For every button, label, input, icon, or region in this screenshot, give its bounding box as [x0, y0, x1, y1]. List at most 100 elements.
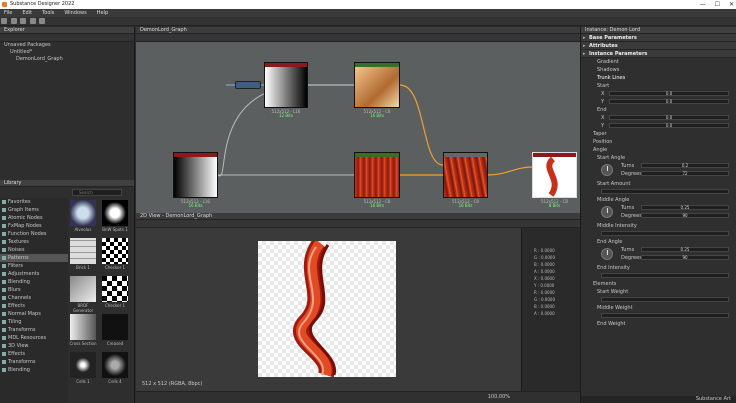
- library-category[interactable]: Atomic Nodes: [0, 214, 68, 222]
- group-position[interactable]: Position: [581, 138, 736, 146]
- group-taper[interactable]: Taper: [581, 130, 736, 138]
- start-weight-slider[interactable]: [601, 297, 729, 302]
- window-controls: — ☐ ✕: [700, 0, 734, 9]
- start-x-slider[interactable]: 0.0: [609, 91, 729, 96]
- save-icon[interactable]: [20, 18, 27, 24]
- texture-preview[interactable]: [258, 238, 396, 378]
- library-category[interactable]: Patterns: [0, 254, 68, 262]
- status-bar: Substance Art: [581, 396, 736, 403]
- library-item-thumbnail[interactable]: [70, 276, 96, 302]
- explorer-header: Explorer: [0, 27, 134, 34]
- graph-input-node[interactable]: [235, 81, 261, 89]
- library-item-thumbnail[interactable]: [102, 238, 128, 264]
- start-angle-dial[interactable]: [601, 164, 613, 176]
- middle-angle-dial[interactable]: [601, 206, 613, 218]
- node-output[interactable]: 512x512 - C8 8 Bits: [532, 152, 577, 208]
- library-category[interactable]: Blending: [0, 278, 68, 286]
- section-base-parameters[interactable]: Base Parameters: [581, 34, 736, 42]
- group-trunk-lines[interactable]: Trunk Lines: [581, 74, 736, 82]
- node-warp[interactable]: 512x512 - C8 16 Bits: [443, 152, 488, 208]
- library-category[interactable]: FxMap Nodes: [0, 222, 68, 230]
- zoom-level[interactable]: 100.00%: [488, 394, 510, 400]
- graph-view[interactable]: DemonLord_Graph 512x512 - L16 12 Bits 51…: [136, 27, 580, 213]
- menu-help[interactable]: Help: [97, 9, 108, 17]
- library-item-thumbnail[interactable]: [70, 314, 96, 340]
- library-category[interactable]: Adjustments: [0, 270, 68, 278]
- library-item-thumbnail[interactable]: [102, 276, 128, 302]
- library-category[interactable]: Filters: [0, 262, 68, 270]
- end-degrees-slider[interactable]: 90: [641, 255, 729, 260]
- library-category[interactable]: Transforms: [0, 358, 68, 366]
- category-icon: [2, 232, 6, 236]
- minimize-icon[interactable]: —: [700, 0, 706, 9]
- menu-edit[interactable]: Edit: [22, 9, 32, 17]
- library-item-thumbnail[interactable]: [102, 314, 128, 340]
- node-gradient-map-2[interactable]: 512x512 - C8 16 Bits: [354, 152, 400, 208]
- library-category[interactable]: Transforms: [0, 326, 68, 334]
- info-row: R : 0.0000: [534, 290, 555, 295]
- new-icon[interactable]: [1, 18, 7, 24]
- library-category[interactable]: MDL Resources: [0, 334, 68, 342]
- node-linear-gradient[interactable]: 512x512 - L16 16 Bits: [173, 152, 218, 208]
- section-attributes[interactable]: Attributes: [581, 42, 736, 50]
- group-gradient[interactable]: Gradient: [581, 58, 736, 66]
- middle-weight-slider[interactable]: [601, 313, 729, 318]
- library-item-thumbnail[interactable]: [102, 200, 128, 226]
- library-item-thumbnail[interactable]: [102, 352, 128, 378]
- section-instance-parameters[interactable]: Instance Parameters: [581, 50, 736, 58]
- library-category[interactable]: Blurs: [0, 286, 68, 294]
- explorer-row-packages[interactable]: Unsaved Packages: [0, 42, 134, 49]
- category-icon: [2, 368, 6, 372]
- label-start-weight: Start Weight: [597, 289, 629, 295]
- start-y-slider[interactable]: 0.0: [609, 99, 729, 104]
- start-turns-slider[interactable]: 0.2: [641, 163, 729, 168]
- explorer-row-graph[interactable]: DemonLord_Graph: [0, 56, 134, 63]
- node-gradient-linear[interactable]: 512x512 - L16 12 Bits: [264, 62, 308, 118]
- row-end-angle: Turns 0.25 Degrees 90: [581, 246, 736, 264]
- library-item-thumbnail[interactable]: [70, 352, 96, 378]
- node-gradient-map[interactable]: 512x512 - C8 16 Bits: [354, 62, 400, 118]
- library-category[interactable]: Graph Items: [0, 206, 68, 214]
- group-shadows[interactable]: Shadows: [581, 66, 736, 74]
- library-search-input[interactable]: Search: [72, 189, 122, 196]
- middle-turns-slider[interactable]: 0.25: [641, 205, 729, 210]
- library-item-thumbnail[interactable]: [70, 200, 96, 226]
- library-category[interactable]: Tiling: [0, 318, 68, 326]
- end-x-slider[interactable]: 0.0: [609, 115, 729, 120]
- start-amount-slider[interactable]: [601, 189, 729, 194]
- library-item-label: Checker 1: [104, 303, 126, 308]
- end-y-slider[interactable]: 0.0: [609, 123, 729, 128]
- start-degrees-slider[interactable]: 72: [641, 171, 729, 176]
- library-category[interactable]: Favorites: [0, 198, 68, 206]
- menu-windows[interactable]: Windows: [64, 9, 86, 17]
- library-category[interactable]: 3D View: [0, 342, 68, 350]
- middle-intensity-slider[interactable]: [601, 231, 729, 236]
- library-category[interactable]: Effects: [0, 302, 68, 310]
- redo-icon[interactable]: [39, 18, 46, 24]
- end-intensity-slider[interactable]: [601, 273, 729, 278]
- info-row: A : 0.0000: [534, 311, 555, 316]
- end-angle-dial[interactable]: [601, 248, 613, 260]
- group-elements[interactable]: Elements: [581, 280, 736, 288]
- undo-icon[interactable]: [29, 18, 36, 24]
- close-icon[interactable]: ✕: [729, 0, 734, 9]
- library-category[interactable]: Blending: [0, 366, 68, 374]
- library-item-thumbnail[interactable]: [70, 238, 96, 264]
- explorer-row-untitled[interactable]: Untitled*: [0, 49, 134, 56]
- label-end-intensity: End Intensity: [597, 265, 630, 271]
- library-category[interactable]: Effects: [0, 350, 68, 358]
- maximize-icon[interactable]: ☐: [715, 0, 720, 9]
- menu-file[interactable]: File: [4, 9, 12, 17]
- menu-tools[interactable]: Tools: [42, 9, 54, 17]
- library-category[interactable]: Noises: [0, 246, 68, 254]
- node-preview: [174, 157, 217, 197]
- library-category[interactable]: Normal Maps: [0, 310, 68, 318]
- group-angle[interactable]: Angle: [581, 146, 736, 154]
- library-category[interactable]: Function Nodes: [0, 230, 68, 238]
- middle-degrees-slider[interactable]: 90: [641, 213, 729, 218]
- open-icon[interactable]: [10, 18, 17, 24]
- end-turns-slider[interactable]: 0.25: [641, 247, 729, 252]
- view-2d-toolbar: [136, 220, 580, 228]
- library-category[interactable]: Channels: [0, 294, 68, 302]
- library-category[interactable]: Textures: [0, 238, 68, 246]
